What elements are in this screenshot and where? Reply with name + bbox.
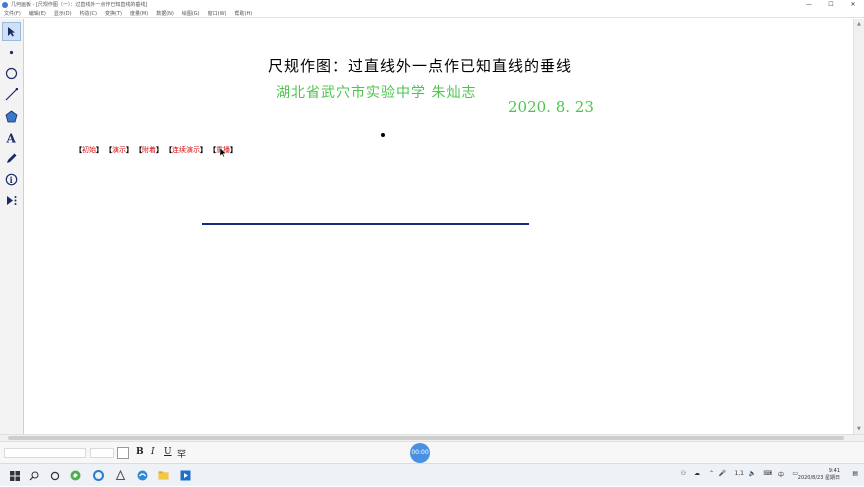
microphone-icon[interactable]: 🎤 — [719, 470, 726, 477]
blue-ring-app-icon — [93, 470, 104, 481]
recording-timer[interactable]: 00:00 — [410, 443, 430, 463]
sketch-date: 2020. 8. 23 — [508, 98, 594, 116]
file-explorer-icon — [158, 471, 169, 480]
menu-bar: 文件(F) 编辑(E) 显示(D) 构造(C) 变换(T) 度量(M) 数据(N… — [0, 10, 864, 18]
minimize-button[interactable]: — — [798, 0, 820, 10]
chevron-up-icon[interactable]: ⌃ — [709, 470, 714, 477]
marker-tool[interactable] — [2, 149, 21, 168]
cortana-button[interactable] — [49, 470, 60, 481]
symbol-button[interactable]: 罕 — [177, 447, 186, 460]
text-tool-icon: A — [6, 132, 17, 145]
demo-button[interactable]: 【演示】 — [105, 145, 133, 155]
clock-time: 9:41 — [828, 468, 840, 474]
polygon-icon — [5, 110, 18, 123]
taskbar-app-4[interactable] — [137, 470, 148, 481]
polygon-tool[interactable] — [2, 107, 21, 126]
initial-button[interactable]: 【初始】 — [75, 145, 103, 155]
edge-browser-icon — [137, 470, 148, 481]
svg-text:A: A — [6, 132, 17, 145]
search-icon — [29, 471, 38, 480]
font-size-select[interactable] — [90, 448, 114, 458]
media-player-icon — [180, 470, 191, 481]
straightedge-tool[interactable] — [2, 85, 21, 104]
title-bar: 几何画板 - [尺规作图（一）：过直线外一点作已知直线的垂线] — ☐ ✕ — [0, 0, 864, 10]
start-button[interactable] — [9, 470, 20, 481]
clock-date: 2020/8/23 星期日 — [797, 475, 840, 481]
menu-display[interactable]: 显示(D) — [54, 10, 72, 17]
taskbar-app-1[interactable] — [70, 470, 81, 481]
action-button-row: 【初始】 【演示】 【附着】 【连续演示】 【重播】 — [75, 145, 237, 155]
taskbar-app-5[interactable] — [158, 470, 169, 481]
notifications-icon[interactable]: ▤ — [852, 470, 858, 477]
menu-window[interactable]: 窗口(W) — [208, 10, 227, 17]
window-controls: — ☐ ✕ — [798, 0, 864, 10]
underline-button[interactable]: U — [164, 447, 172, 457]
sketch-heading: 尺规作图：过直线外一点作已知直线的垂线 — [268, 57, 573, 75]
menu-graph[interactable]: 绘图(G) — [182, 10, 200, 17]
cortana-circle-icon — [50, 471, 59, 480]
taskbar-app-3[interactable] — [115, 470, 126, 481]
menu-measure[interactable]: 度量(M) — [130, 10, 148, 17]
close-button[interactable]: ✕ — [842, 0, 864, 10]
mouse-cursor-icon — [219, 148, 227, 158]
continuous-demo-button[interactable]: 【连续演示】 — [165, 145, 207, 155]
bold-button[interactable]: B — [136, 447, 144, 457]
windows-logo-icon — [9, 470, 20, 481]
scroll-up-icon[interactable]: ▲ — [857, 21, 861, 27]
menu-construct[interactable]: 构造(C) — [80, 10, 97, 17]
information-tool[interactable]: i — [2, 170, 21, 189]
horizontal-scroll-thumb[interactable] — [8, 436, 844, 440]
text-tool[interactable]: A — [2, 128, 21, 147]
compass-circle-icon — [5, 67, 18, 80]
sketch-author: 湖北省武穴市实验中学 朱灿志 — [276, 85, 477, 101]
point-tool[interactable] — [2, 43, 21, 62]
app-icon — [2, 2, 8, 8]
windows-taskbar: ⚇ ☁ ⌃ 🎤 1,1 🔈 ⌨ 中 ▭ 9:41 2020/8/23 星期日 ▤ — [0, 463, 864, 486]
selection-arrow-tool[interactable] — [2, 22, 21, 41]
horizontal-scrollbar[interactable] — [0, 434, 864, 441]
svg-text:i: i — [10, 175, 13, 185]
keyboard-icon[interactable]: ⌨ — [763, 470, 772, 477]
vertical-scrollbar[interactable]: ▲ ▼ — [853, 19, 864, 434]
font-family-select[interactable] — [4, 448, 86, 458]
people-icon[interactable]: ⚇ — [681, 470, 686, 477]
straightedge-icon — [5, 88, 18, 101]
compass-tool[interactable] — [2, 64, 21, 83]
given-point[interactable] — [381, 133, 385, 137]
window-title: 几何画板 - [尺规作图（一）：过直线外一点作已知直线的垂线] — [11, 2, 148, 8]
information-icon: i — [5, 173, 18, 186]
marker-pen-icon — [7, 153, 17, 163]
input-method-indicator[interactable]: 1,1 — [734, 470, 744, 477]
geometry-app-icon — [115, 470, 126, 480]
green-app-icon — [70, 470, 81, 481]
taskbar-app-2[interactable] — [93, 470, 104, 481]
volume-icon[interactable]: 🔈 — [749, 470, 756, 477]
scroll-down-icon[interactable]: ▼ — [857, 426, 861, 432]
search-button[interactable] — [28, 470, 39, 481]
attach-button[interactable]: 【附着】 — [135, 145, 163, 155]
system-clock[interactable]: 9:41 2020/8/23 星期日 — [798, 468, 840, 482]
custom-tool[interactable] — [2, 191, 21, 210]
maximize-button[interactable]: ☐ — [820, 0, 842, 10]
geometers-sketchpad-window: 几何画板 - [尺规作图（一）：过直线外一点作已知直线的垂线] — ☐ ✕ 文件… — [0, 0, 864, 486]
cloud-icon[interactable]: ☁ — [694, 470, 700, 477]
menu-edit[interactable]: 编辑(E) — [29, 10, 46, 17]
text-format-bar: B I U 罕 00:00 — [0, 441, 864, 463]
menu-data[interactable]: 数据(N) — [156, 10, 174, 17]
selection-arrow-icon — [8, 27, 15, 37]
taskbar-app-6[interactable] — [180, 470, 191, 481]
point-tool-icon — [9, 50, 14, 55]
given-line[interactable] — [202, 223, 529, 225]
text-color-swatch[interactable] — [117, 447, 129, 459]
menu-transform[interactable]: 变换(T) — [105, 10, 122, 17]
italic-button[interactable]: I — [151, 447, 155, 457]
custom-tool-icon — [7, 196, 17, 205]
toolbox: A i — [0, 19, 24, 434]
menu-file[interactable]: 文件(F) — [4, 10, 21, 17]
language-indicator[interactable]: 中 — [778, 470, 784, 479]
menu-help[interactable]: 帮助(H) — [235, 10, 253, 17]
